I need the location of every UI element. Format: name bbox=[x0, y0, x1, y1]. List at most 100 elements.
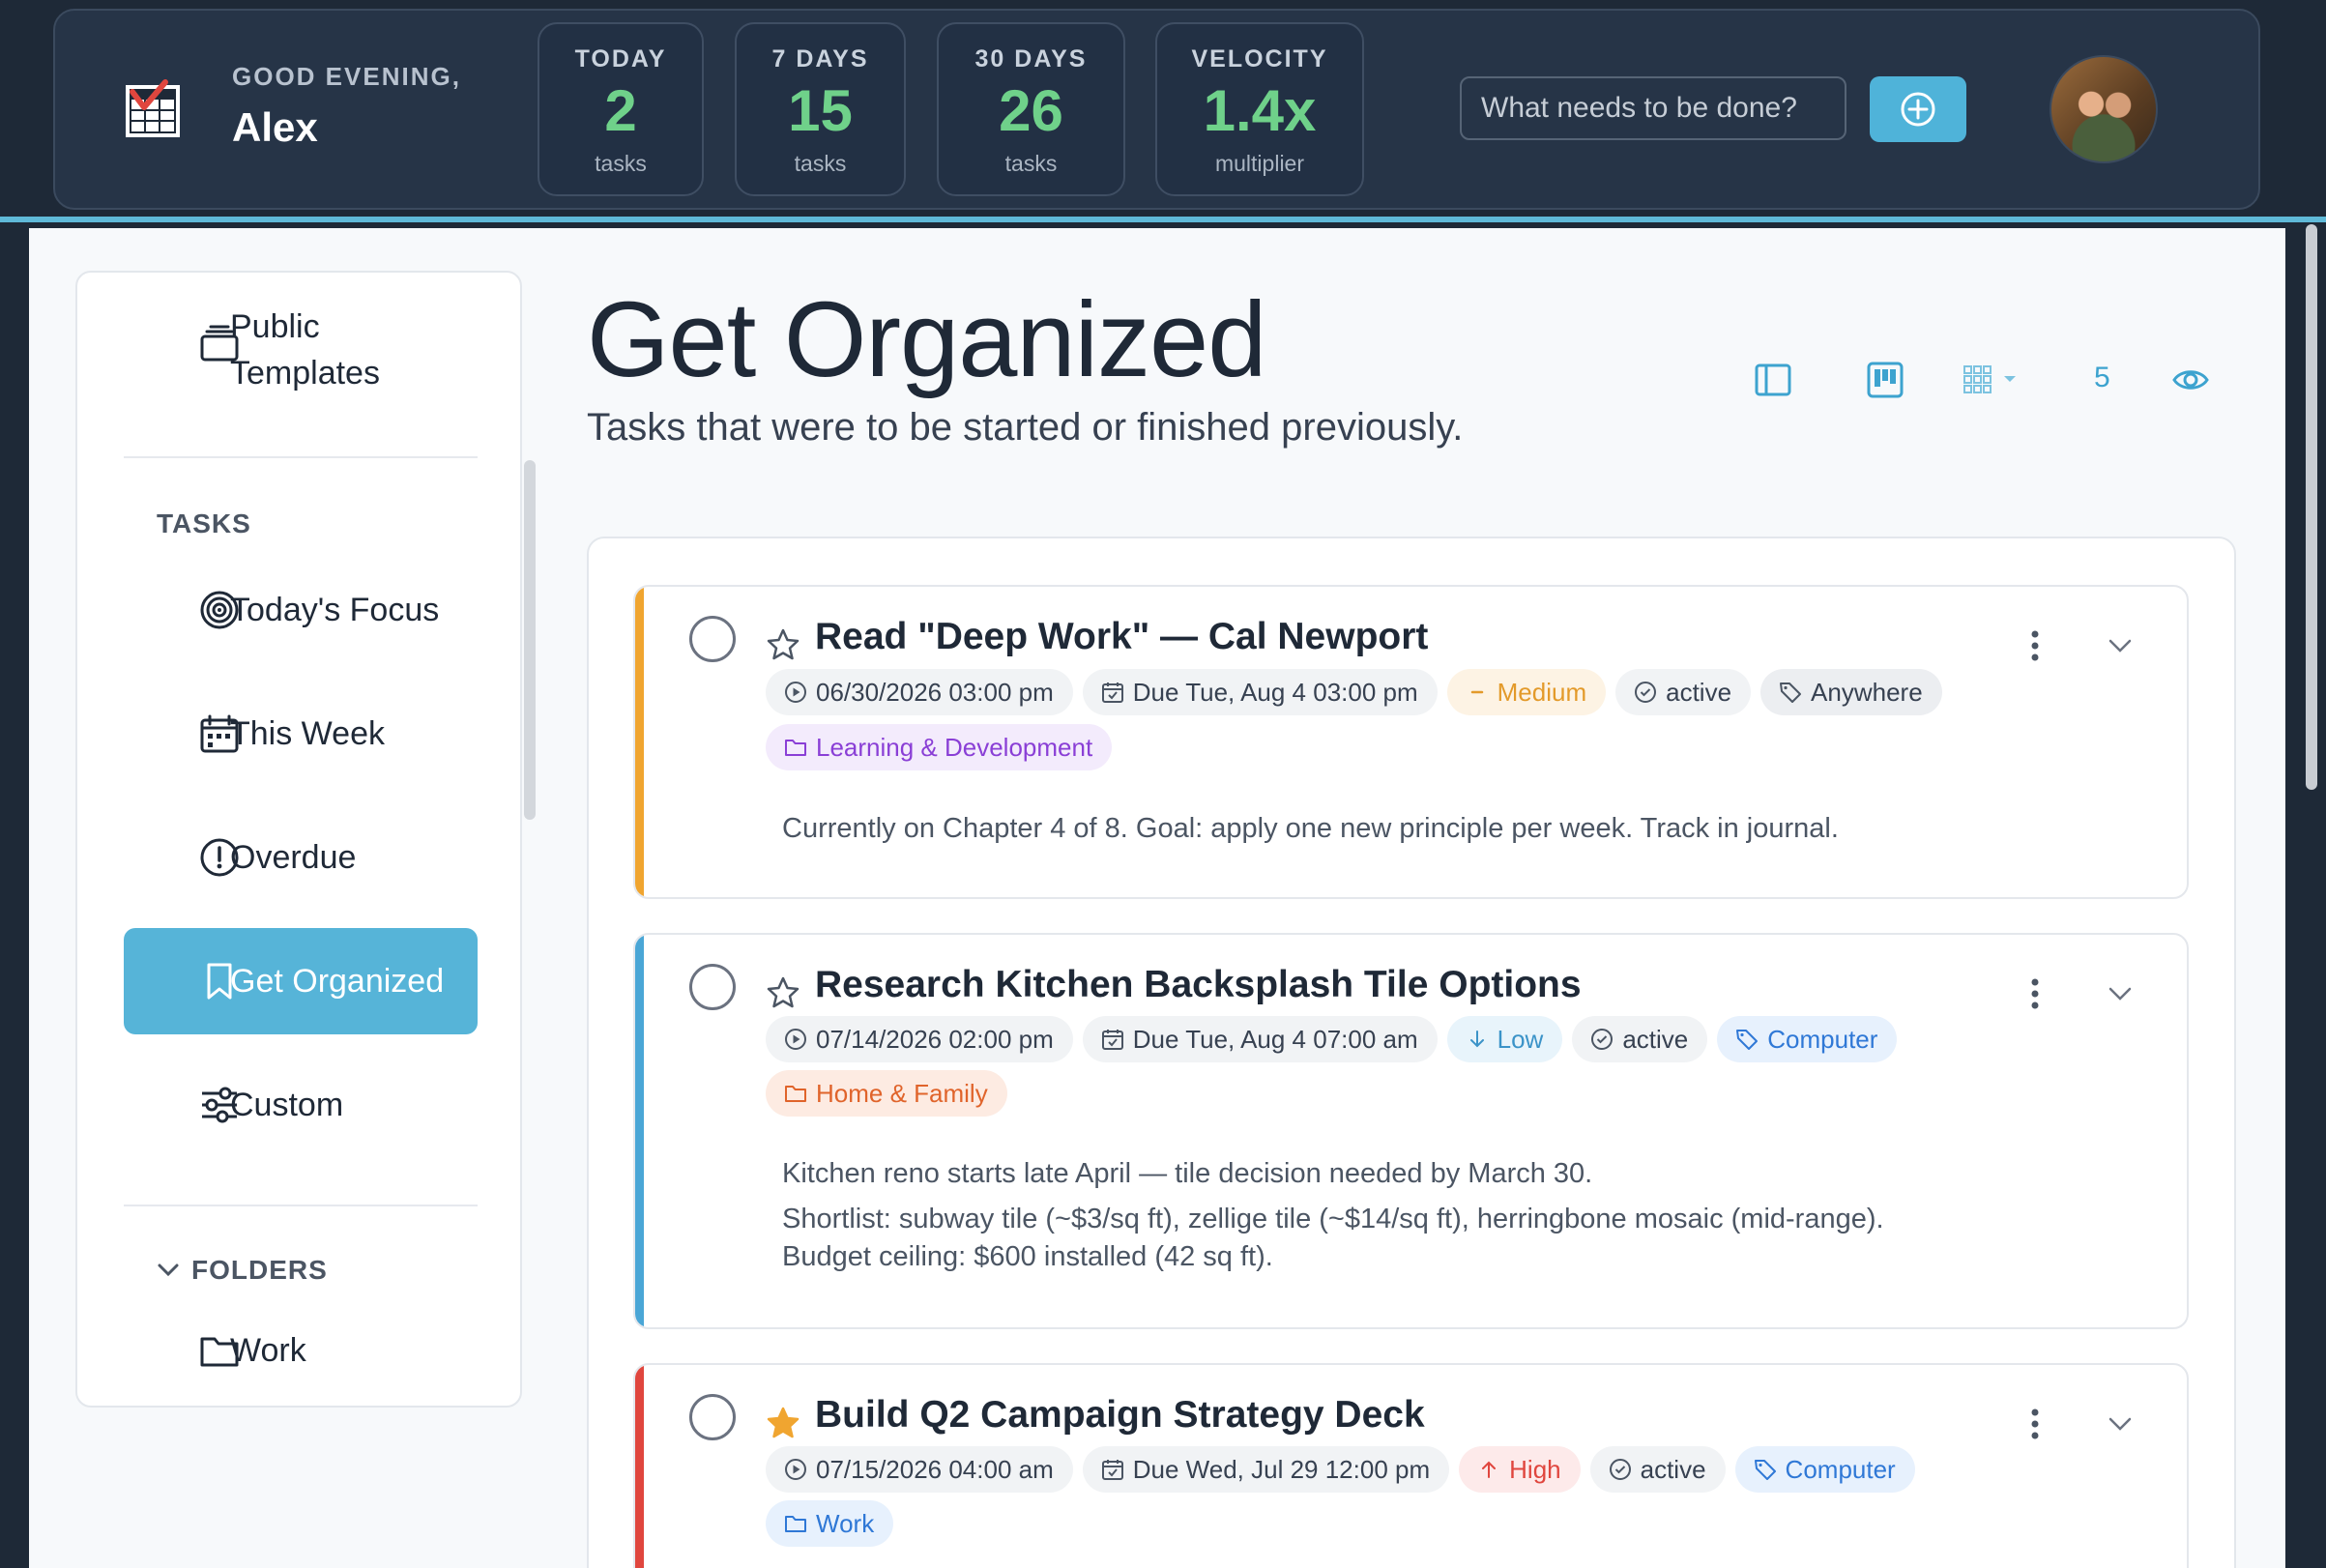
list-view-icon[interactable] bbox=[1754, 360, 1792, 400]
stat-unit: tasks bbox=[1004, 151, 1058, 176]
task-title[interactable]: Build Q2 Campaign Strategy Deck bbox=[815, 1394, 1425, 1437]
target-icon bbox=[200, 591, 239, 629]
start-date-chip[interactable]: 06/30/2026 03:00 pm bbox=[766, 669, 1073, 715]
sidebar-item-label: Custom bbox=[230, 1086, 344, 1123]
stat-velocity: VELOCITY 1.4x multiplier bbox=[1155, 22, 1364, 196]
folder-chip[interactable]: Learning & Development bbox=[766, 724, 1113, 770]
eye-icon[interactable] bbox=[2171, 360, 2210, 400]
sidebar-item-this-week[interactable]: This Week bbox=[124, 681, 478, 787]
sidebar-item-todays-focus[interactable]: Today's Focus bbox=[124, 557, 478, 663]
sidebar-item-overdue[interactable]: Overdue bbox=[124, 804, 478, 911]
sidebar-folder-work[interactable]: Work bbox=[124, 1297, 478, 1404]
play-circle-icon bbox=[785, 682, 806, 703]
chevron-down-icon[interactable] bbox=[2108, 1415, 2133, 1433]
stat-unit: multiplier bbox=[1214, 151, 1305, 176]
chip-text: 07/15/2026 04:00 am bbox=[816, 1454, 1054, 1484]
folder-icon bbox=[200, 1337, 239, 1367]
chip-text: Work bbox=[816, 1508, 875, 1538]
user-avatar[interactable] bbox=[2050, 55, 2158, 163]
context-chip[interactable]: Computer bbox=[1734, 1446, 1915, 1493]
check-circle-icon bbox=[1591, 1029, 1614, 1050]
chip-text: 06/30/2026 03:00 pm bbox=[816, 677, 1054, 707]
app-logo-icon[interactable] bbox=[123, 78, 185, 140]
task-card[interactable]: Read "Deep Work" — Cal Newport 06/30/202… bbox=[633, 585, 2189, 899]
sidebar-item-label: Today's Focus bbox=[230, 591, 440, 628]
task-accent-bar bbox=[635, 1365, 644, 1568]
sidebar-item-label: Get Organized bbox=[230, 962, 445, 1000]
sidebar-item-label: Overdue bbox=[230, 838, 357, 876]
context-chip[interactable]: Computer bbox=[1717, 1016, 1898, 1062]
folders-section-toggle[interactable]: FOLDERS bbox=[157, 1255, 328, 1286]
due-date-chip[interactable]: Due Wed, Jul 29 12:00 pm bbox=[1082, 1446, 1450, 1493]
folder-icon bbox=[785, 1086, 806, 1102]
folder-icon bbox=[785, 1516, 806, 1532]
task-complete-checkbox[interactable] bbox=[689, 1394, 736, 1440]
sidebar-scrollbar[interactable] bbox=[524, 460, 536, 820]
chip-text: Due Tue, Aug 4 07:00 am bbox=[1132, 1024, 1418, 1054]
more-vertical-icon[interactable] bbox=[2030, 629, 2040, 662]
start-date-chip[interactable]: 07/15/2026 04:00 am bbox=[766, 1446, 1073, 1493]
chip-text: Low bbox=[1497, 1024, 1544, 1054]
task-count: 5 bbox=[2094, 362, 2110, 393]
sidebar-item-get-organized[interactable]: Get Organized bbox=[124, 928, 478, 1034]
page-subtitle: Tasks that were to be started or finishe… bbox=[587, 406, 1464, 449]
chip-text: Anywhere bbox=[1811, 677, 1923, 707]
star-outline-icon[interactable] bbox=[766, 627, 800, 662]
task-notes: Kitchen reno starts late April — tile de… bbox=[782, 1155, 1884, 1276]
calendar-week-icon bbox=[200, 714, 239, 753]
priority-chip[interactable]: High bbox=[1459, 1446, 1581, 1493]
quick-add-input[interactable] bbox=[1460, 76, 1846, 140]
tag-icon bbox=[1736, 1030, 1759, 1050]
stat-value: 1.4x bbox=[1203, 78, 1317, 143]
bookmark-icon bbox=[207, 963, 232, 1000]
stat-label: TODAY bbox=[574, 45, 667, 73]
page-scrollbar[interactable] bbox=[2306, 224, 2317, 790]
check-circle-icon bbox=[1635, 682, 1657, 703]
greeting-label: GOOD EVENING, bbox=[232, 62, 461, 91]
star-filled-icon[interactable] bbox=[766, 1406, 800, 1440]
status-chip[interactable]: active bbox=[1572, 1016, 1708, 1062]
star-outline-icon[interactable] bbox=[766, 975, 800, 1010]
context-chip[interactable]: Anywhere bbox=[1760, 669, 1942, 715]
sidebar-divider bbox=[124, 1205, 478, 1206]
sidebar-item-public-templates[interactable]: Public Templates bbox=[124, 282, 478, 418]
start-date-chip[interactable]: 07/14/2026 02:00 pm bbox=[766, 1016, 1073, 1062]
folder-chip[interactable]: Work bbox=[766, 1500, 894, 1547]
due-date-chip[interactable]: Due Tue, Aug 4 03:00 pm bbox=[1082, 669, 1438, 715]
stat-label: 30 DAYS bbox=[974, 45, 1088, 73]
task-title[interactable]: Research Kitchen Backsplash Tile Options bbox=[815, 964, 1582, 1006]
task-card[interactable]: Build Q2 Campaign Strategy Deck 07/15/20… bbox=[633, 1363, 2189, 1568]
chip-text: Due Tue, Aug 4 03:00 pm bbox=[1132, 677, 1418, 707]
chip-text: Medium bbox=[1497, 677, 1587, 707]
task-card[interactable]: Research Kitchen Backsplash Tile Options… bbox=[633, 933, 2189, 1329]
folder-chip[interactable]: Home & Family bbox=[766, 1070, 1007, 1117]
chip-text: active bbox=[1640, 1454, 1706, 1484]
tasks-section-heading: TASKS bbox=[157, 508, 251, 538]
stat-today: TODAY 2 tasks bbox=[538, 22, 704, 196]
sidebar-item-custom[interactable]: Custom bbox=[124, 1052, 478, 1158]
status-chip[interactable]: active bbox=[1589, 1446, 1726, 1493]
kanban-view-icon[interactable] bbox=[1866, 360, 1904, 400]
priority-chip[interactable]: Low bbox=[1446, 1016, 1563, 1062]
more-vertical-icon[interactable] bbox=[2030, 1408, 2040, 1440]
sidebar-item-label: Work bbox=[230, 1331, 306, 1369]
arrow-down-icon bbox=[1469, 1031, 1484, 1048]
grid-density-dropdown-icon[interactable] bbox=[1961, 360, 2024, 400]
sidebar-item-label: This Week bbox=[230, 714, 385, 752]
more-vertical-icon[interactable] bbox=[2030, 977, 2040, 1010]
add-task-button[interactable] bbox=[1870, 76, 1966, 142]
calendar-check-icon bbox=[1101, 1460, 1123, 1480]
status-chip[interactable]: active bbox=[1615, 669, 1752, 715]
task-complete-checkbox[interactable] bbox=[689, 616, 736, 662]
priority-chip[interactable]: Medium bbox=[1446, 669, 1607, 715]
chip-text: active bbox=[1622, 1024, 1689, 1054]
task-title[interactable]: Read "Deep Work" — Cal Newport bbox=[815, 616, 1428, 658]
task-complete-checkbox[interactable] bbox=[689, 964, 736, 1010]
stat-value: 15 bbox=[788, 78, 853, 143]
stat-unit: tasks bbox=[595, 151, 647, 176]
chevron-down-icon[interactable] bbox=[2108, 637, 2133, 654]
chip-text: Home & Family bbox=[816, 1078, 988, 1108]
chevron-down-icon[interactable] bbox=[2108, 985, 2133, 1002]
due-date-chip[interactable]: Due Tue, Aug 4 07:00 am bbox=[1082, 1016, 1438, 1062]
task-note-line: Currently on Chapter 4 of 8. Goal: apply… bbox=[782, 813, 1839, 844]
